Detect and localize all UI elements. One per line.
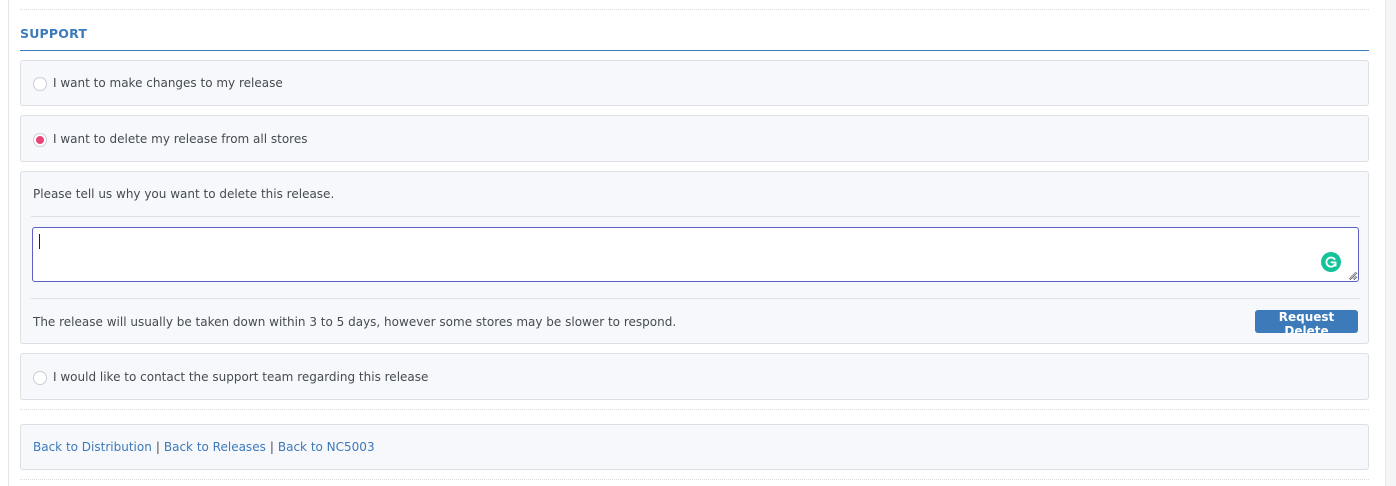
support-page: SUPPORT I want to make changes to my rel… xyxy=(0,0,1396,486)
option-delete-release[interactable]: I want to delete my release from all sto… xyxy=(20,115,1369,162)
make-changes-radio[interactable] xyxy=(33,77,47,91)
scrollbar-track[interactable] xyxy=(1385,0,1396,486)
delete-panel-divider-bottom xyxy=(31,298,1360,299)
contact-support-label: I would like to contact the support team… xyxy=(53,369,429,384)
grammarly-icon[interactable] xyxy=(1321,252,1341,272)
middle-divider xyxy=(20,409,1369,410)
nav-separator: | xyxy=(155,440,160,454)
back-navigation-links: Back to Distribution | Back to Releases … xyxy=(33,425,375,469)
section-title: SUPPORT xyxy=(20,26,88,41)
back-to-distribution-link[interactable]: Back to Distribution xyxy=(33,440,152,454)
delete-release-radio[interactable] xyxy=(33,132,47,147)
section-title-underline xyxy=(20,50,1369,51)
radio-selected-dot xyxy=(36,135,44,144)
request-delete-button[interactable]: Request Delete xyxy=(1255,310,1358,338)
delete-reason-prompt: Please tell us why you want to delete th… xyxy=(33,187,335,201)
option-contact-support-radio-row[interactable]: I would like to contact the support team… xyxy=(33,354,428,399)
top-divider xyxy=(20,9,1369,10)
delete-reason-textarea[interactable] xyxy=(32,227,1359,282)
grammarly-g-glyph xyxy=(1325,256,1337,268)
make-changes-label: I want to make changes to my release xyxy=(53,76,283,90)
takedown-note: The release will usually be taken down w… xyxy=(33,315,677,329)
resize-handle-icon[interactable] xyxy=(1348,271,1357,280)
option-make-changes[interactable]: I want to make changes to my release xyxy=(20,60,1369,106)
delete-panel-divider-top xyxy=(31,216,1360,217)
left-border xyxy=(8,0,9,486)
option-contact-support[interactable]: I would like to contact the support team… xyxy=(20,353,1369,400)
bottom-divider xyxy=(20,479,1369,480)
delete-reason-panel: Please tell us why you want to delete th… xyxy=(20,171,1369,344)
option-make-changes-radio-row[interactable]: I want to make changes to my release xyxy=(33,61,283,105)
text-cursor xyxy=(39,234,40,249)
back-to-item-link[interactable]: Back to NC5003 xyxy=(278,440,375,454)
back-navigation-panel: Back to Distribution | Back to Releases … xyxy=(20,424,1369,470)
option-delete-release-radio-row[interactable]: I want to delete my release from all sto… xyxy=(33,116,307,161)
delete-release-label: I want to delete my release from all sto… xyxy=(53,131,308,146)
nav-separator: | xyxy=(269,440,274,454)
contact-support-radio[interactable] xyxy=(33,370,47,385)
back-to-releases-link[interactable]: Back to Releases xyxy=(164,440,266,454)
